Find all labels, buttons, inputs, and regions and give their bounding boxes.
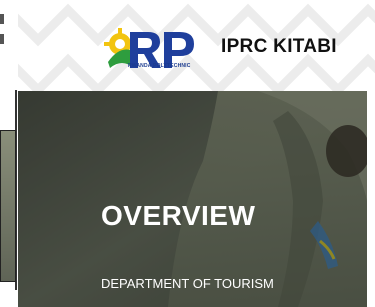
hero-background-photo xyxy=(18,91,367,307)
hero-banner: OVERVIEW DEPARTMENT OF TOURISM xyxy=(18,91,367,307)
hero-subtitle: DEPARTMENT OF TOURISM xyxy=(101,276,274,291)
site-title[interactable]: IPRC KITABI xyxy=(221,36,337,58)
logo-tagline: RWANDA POLYTECHNIC xyxy=(128,63,191,69)
left-edge-strip xyxy=(0,0,18,307)
site-header: RWANDA POLYTECHNIC IPRC KITABI xyxy=(18,0,375,91)
hero-title: OVERVIEW xyxy=(101,200,256,231)
edge-mark xyxy=(0,34,4,44)
edge-image-fragment xyxy=(0,130,16,282)
edge-mark xyxy=(0,14,4,24)
right-margin xyxy=(367,91,375,307)
